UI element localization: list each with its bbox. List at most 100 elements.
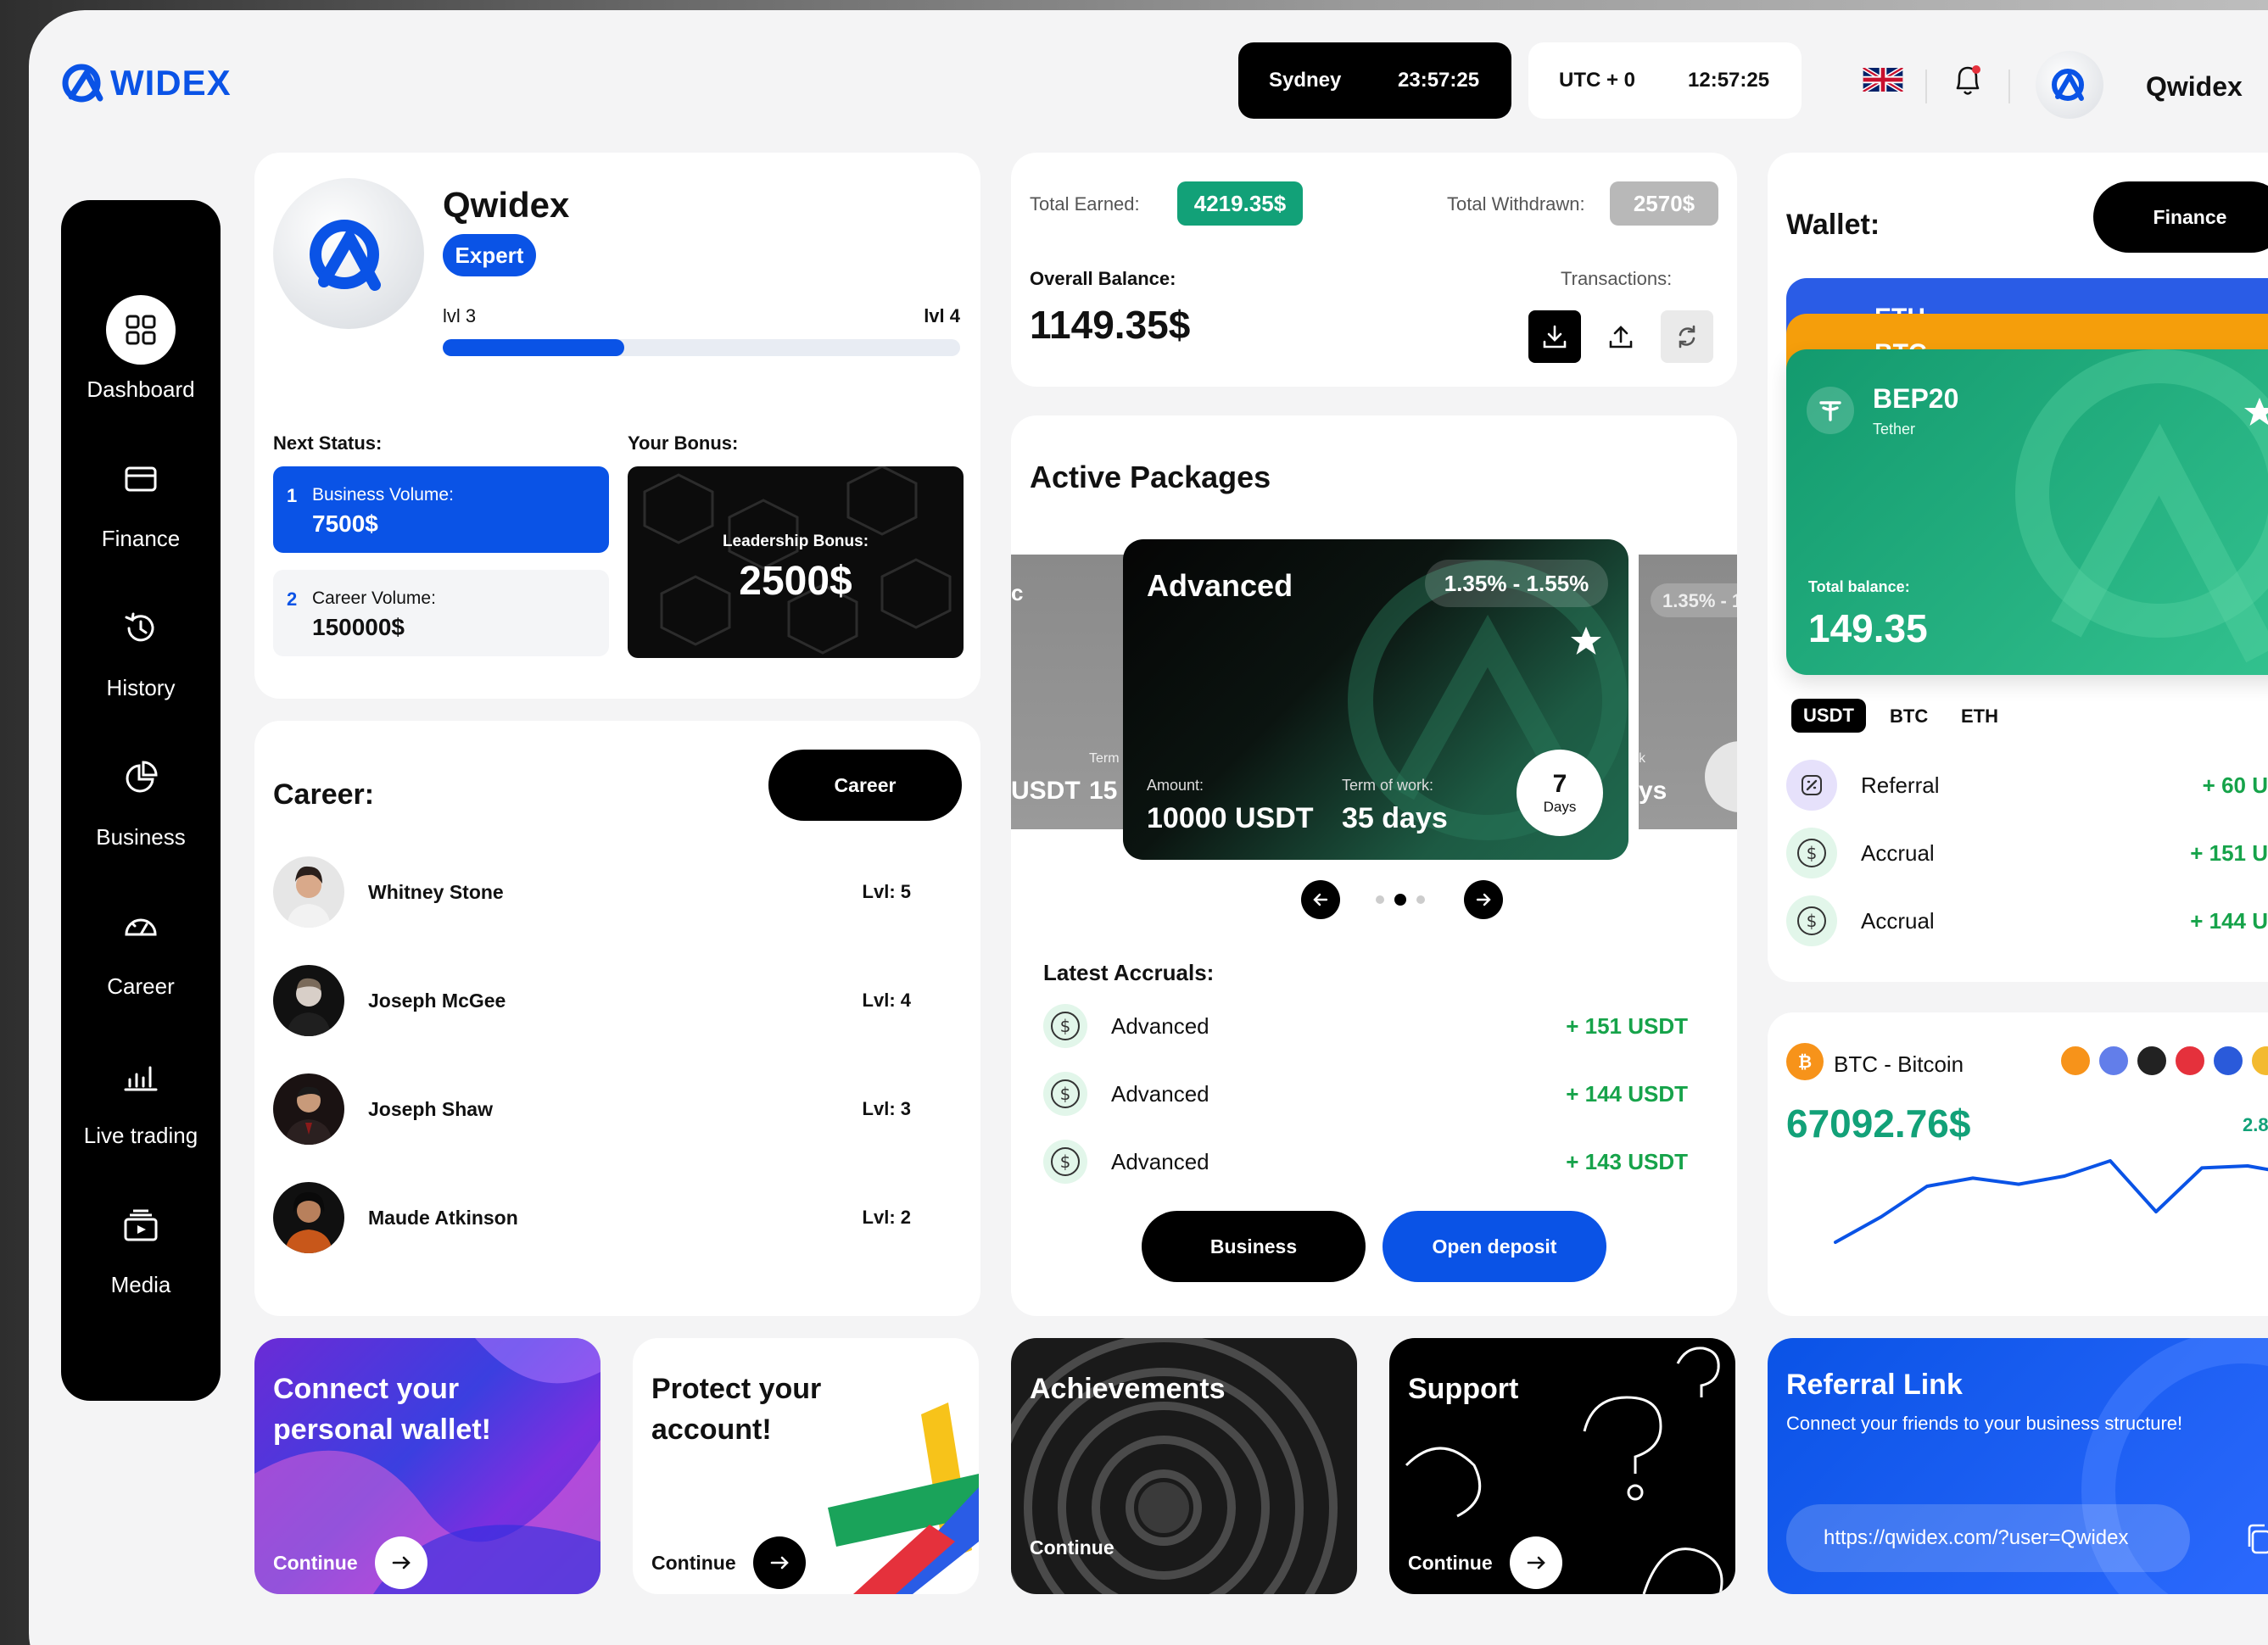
bitcoin-icon: ₿ <box>1786 1043 1824 1080</box>
sidebar-item-dashboard[interactable]: Dashboard <box>61 295 221 403</box>
package-name: Advanced <box>1147 568 1293 603</box>
days-left-badge: 7 Days <box>1517 750 1603 836</box>
sidebar-item-finance[interactable]: Finance <box>61 444 221 552</box>
clock-city: Sydney <box>1269 69 1342 92</box>
coin-icon[interactable] <box>2098 1045 2130 1077</box>
tab-usdt[interactable]: USDT <box>1791 699 1866 733</box>
accrual-row: $ Advanced + 144 USDT <box>1043 1072 1688 1116</box>
clock-utc: UTC + 0 12:57:25 <box>1528 42 1802 119</box>
bell-icon[interactable] <box>1951 63 1985 98</box>
uk-flag-icon[interactable] <box>1863 68 1903 92</box>
status-item-business-volume: 1 Business Volume: 7500$ <box>273 466 609 553</box>
profile-avatar <box>273 178 424 329</box>
upload-button[interactable] <box>1595 310 1647 363</box>
username[interactable]: Qwidex <box>2146 71 2243 103</box>
package-card-advanced[interactable]: Advanced 1.35% - 1.55% Amount: 10000 USD… <box>1123 539 1628 860</box>
brand-logo[interactable]: WIDEX <box>61 61 232 105</box>
referral-icon <box>1786 760 1837 811</box>
finance-button[interactable]: Finance <box>2093 181 2268 253</box>
sidebar-item-label: Business <box>96 824 186 850</box>
package-card-prev[interactable]: c Term USDT 15 <box>1011 555 1130 829</box>
profile-card: Qwidex Expert lvl 3 lvl 4 Next Status: Y… <box>254 153 980 699</box>
sidebar-item-label: Live trading <box>83 1123 198 1148</box>
star-icon[interactable] <box>1569 624 1603 658</box>
promo-support[interactable]: Support Continue <box>1389 1338 1735 1594</box>
carousel-dot[interactable] <box>1376 895 1384 904</box>
promo-connect-wallet[interactable]: Connect your personal wallet! Continue <box>254 1338 601 1594</box>
sidebar-item-label: Dashboard <box>87 376 195 402</box>
amount-value: 10000 USDT <box>1147 802 1314 834</box>
tab-btc[interactable]: BTC <box>1890 705 1928 728</box>
continue-label: Continue <box>1030 1536 1114 1559</box>
open-deposit-button[interactable]: Open deposit <box>1383 1211 1606 1282</box>
copy-icon[interactable] <box>2244 1523 2268 1555</box>
accrual-row: $ Advanced + 151 USDT <box>1043 1004 1688 1048</box>
wallet-row[interactable]: $ Accrual + 151 USDT <box>1786 828 2268 878</box>
sidebar-item-business[interactable]: Business <box>61 743 221 850</box>
dollar-icon: $ <box>1043 1140 1087 1184</box>
package-rate: 1.35% - 1.55% <box>1425 560 1608 607</box>
sidebar-item-media[interactable]: Media <box>61 1191 221 1298</box>
level-progress-bar <box>443 339 960 356</box>
coin-selector[interactable] <box>2059 1045 2268 1077</box>
sidebar-item-live-trading[interactable]: Live trading <box>61 1041 221 1149</box>
prev-card-days: 15 <box>1089 777 1118 805</box>
brand-name: WIDEX <box>110 63 232 103</box>
dollar-icon: $ <box>1786 828 1837 878</box>
coin-icon[interactable] <box>2059 1045 2092 1077</box>
carousel-dot[interactable] <box>1416 895 1425 904</box>
pie-icon <box>106 743 176 812</box>
list-item[interactable]: Joseph Shaw Lvl: 3 <box>273 1073 935 1145</box>
coin-icon[interactable] <box>2136 1045 2168 1077</box>
carousel-prev-button[interactable] <box>1301 880 1340 919</box>
download-button[interactable] <box>1528 310 1581 363</box>
total-balance-label: Total balance: <box>1808 578 1910 595</box>
list-item[interactable]: Whitney Stone Lvl: 5 <box>273 856 935 928</box>
bonus-value: 2500$ <box>739 559 852 604</box>
coin-icon[interactable] <box>2212 1045 2244 1077</box>
list-item[interactable]: Maude Atkinson Lvl: 2 <box>273 1182 935 1253</box>
carousel-next-button[interactable] <box>1464 880 1503 919</box>
days-label: Days <box>1543 799 1577 815</box>
list-item[interactable]: Joseph McGee Lvl: 4 <box>273 965 935 1036</box>
promo-title: Achievements <box>1030 1373 1226 1405</box>
sidebar-item-career[interactable]: Career <box>61 892 221 1000</box>
carousel-dot-active[interactable] <box>1394 894 1406 906</box>
promo-achievements[interactable]: Achievements Continue <box>1011 1338 1357 1594</box>
transactions-label: Transactions: <box>1561 268 1673 289</box>
svg-text:$: $ <box>1060 1016 1071 1036</box>
tab-eth[interactable]: ETH <box>1961 705 1998 728</box>
promo-continue[interactable]: Continue <box>1030 1536 1114 1559</box>
promo-continue[interactable]: Continue <box>651 1536 806 1589</box>
next-card-k: k <box>1639 751 1645 766</box>
career-title: Career: <box>273 778 375 811</box>
header-divider <box>2008 70 2010 103</box>
sidebar-item-label: Media <box>110 1272 171 1297</box>
promo-continue[interactable]: Continue <box>273 1536 427 1589</box>
amount-label: Amount: <box>1147 777 1204 794</box>
sidebar-item-label: Career <box>107 973 175 999</box>
promo-continue[interactable]: Continue <box>1408 1536 1562 1589</box>
package-card-next[interactable]: 1.35% - 1 k ys <box>1639 555 1737 829</box>
sidebar-item-history[interactable]: History <box>61 594 221 701</box>
exchange-button[interactable] <box>1661 310 1713 363</box>
coin-icon[interactable] <box>2250 1045 2268 1077</box>
wallet-row[interactable]: Referral + 60 USDT <box>1786 760 2268 811</box>
user-avatar[interactable] <box>2036 51 2103 119</box>
arrow-right-icon <box>752 1536 806 1589</box>
earned-value: 4219.35$ <box>1177 181 1303 226</box>
promo-protect-account[interactable]: Protect your account! Continue <box>633 1338 979 1594</box>
wallet-card-bep20[interactable]: BEP20 Tether Total balance: 149.35 <box>1786 349 2268 675</box>
star-icon[interactable] <box>2243 395 2268 429</box>
dollar-icon: $ <box>1043 1072 1087 1116</box>
wallet-row[interactable]: $ Accrual + 144 USDT <box>1786 895 2268 946</box>
overall-label: Overall Balance: <box>1030 268 1176 289</box>
term-label: Term of work: <box>1342 777 1434 794</box>
promo-title: Connect your personal wallet! <box>273 1373 491 1446</box>
profile-name: Qwidex <box>443 185 570 225</box>
card-icon <box>106 444 176 514</box>
coin-icon[interactable] <box>2174 1045 2206 1077</box>
referral-link-field[interactable]: https://qwidex.com/?user=Qwidex <box>1786 1504 2190 1572</box>
career-button[interactable]: Career <box>768 750 962 821</box>
business-button[interactable]: Business <box>1142 1211 1366 1282</box>
